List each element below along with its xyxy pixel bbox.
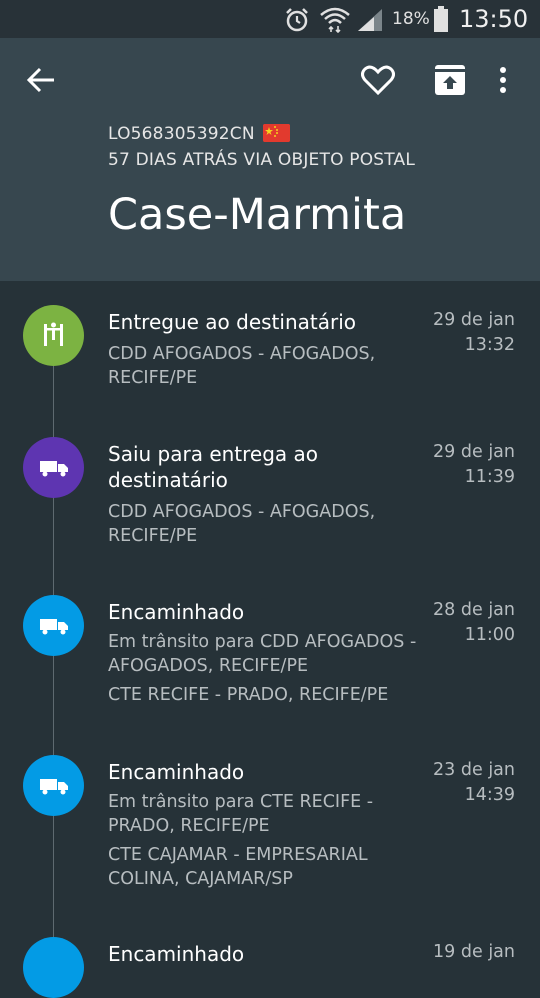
battery-percent: 18% [392,9,430,29]
more-vert-icon[interactable] [498,66,508,98]
wifi-icon [319,5,351,37]
heart-icon[interactable] [361,65,395,99]
event-day: 19 de jan [433,942,515,962]
event-day: 29 de jan [433,310,515,330]
package-title: Case-Marmita [108,190,407,240]
event-time: 11:00 [464,625,515,645]
china-flag-icon [263,124,290,142]
event-location: CTE RECIFE - PRADO, RECIFE/PE [108,685,389,705]
event-date: 29 de jan 11:39 [433,440,515,490]
tracking-header: LO568305392CN 57 DIAS ATRÁS VIA OBJETO P… [0,38,540,281]
event-day: 29 de jan [433,442,515,462]
event-day: 28 de jan [433,600,515,620]
event-time: 11:39 [464,467,515,487]
event-title: Entregue ao destinatário [108,310,356,334]
event-title: Encaminhado [108,600,245,624]
event-location: CDD AFOGADOS - AFOGADOS, RECIFE/PE [108,344,376,388]
truck-icon [23,755,84,816]
event-title: Saiu para entrega ao destinatário [108,442,319,492]
truck-icon [23,937,84,998]
event-time: 13:32 [464,335,515,355]
tracking-code: LO568305392CN [108,124,255,144]
truck-icon [23,595,84,656]
event-detail: Em trânsito para CDD AFOGADOS - AFOGADOS… [108,632,417,676]
status-bar: 18% 13:50 [0,0,540,38]
event-title: Encaminhado [108,942,245,966]
event-time: 14:39 [464,785,515,805]
event-date: 23 de jan 14:39 [433,758,515,808]
back-arrow-icon[interactable] [26,66,56,98]
event-detail: Em trânsito para CTE RECIFE - PRADO, REC… [108,792,374,836]
event-date: 29 de jan 13:32 [433,308,515,358]
event-location: CTE CAJAMAR - EMPRESARIAL COLINA, CAJAMA… [108,845,368,889]
event-date: 19 de jan [433,940,515,965]
truck-icon [23,437,84,498]
shipment-subtitle: 57 DIAS ATRÁS VIA OBJETO POSTAL [108,150,416,170]
archive-upload-icon[interactable] [434,64,466,100]
signal-icon [356,8,384,36]
alarm-icon [284,7,310,37]
event-date: 28 de jan 11:00 [433,598,515,648]
clock-time: 13:50 [459,5,529,33]
battery-icon [433,6,449,37]
event-title: Encaminhado [108,760,245,784]
delivered-icon [23,305,84,366]
event-location: CDD AFOGADOS - AFOGADOS, RECIFE/PE [108,502,376,546]
event-day: 23 de jan [433,760,515,780]
